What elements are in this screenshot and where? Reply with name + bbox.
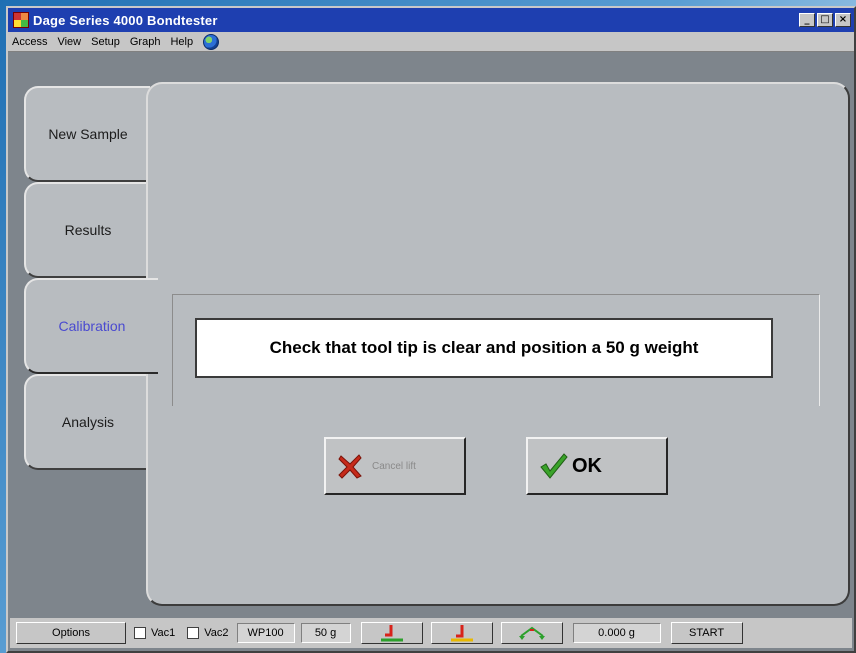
close-button[interactable]: × <box>835 13 851 27</box>
app-window: Dage Series 4000 Bondtester _ □ × Access… <box>6 6 856 653</box>
tab-label: Analysis <box>61 414 115 430</box>
menu-access[interactable]: Access <box>12 36 47 48</box>
status-bar: Options Vac1 Vac2 WP100 50 g 0.000 g STA… <box>10 618 852 648</box>
workholder-field: WP100 <box>236 623 295 643</box>
load-field: 50 g <box>300 623 351 643</box>
menu-bar: Access View Setup Graph Help <box>8 32 854 52</box>
main-area: New Sample Results Calibration Analysis … <box>10 56 852 616</box>
menu-setup[interactable]: Setup <box>91 36 120 48</box>
globe-icon[interactable] <box>203 33 220 50</box>
tab-results[interactable]: Results <box>24 182 150 278</box>
maximize-button[interactable]: □ <box>817 13 833 27</box>
tab-label: Results <box>64 222 112 238</box>
menu-view[interactable]: View <box>57 36 81 48</box>
menu-graph[interactable]: Graph <box>130 36 161 48</box>
ok-label: OK <box>572 454 602 477</box>
check-icon <box>540 453 568 479</box>
tool-down-icon <box>380 625 403 642</box>
app-icon <box>13 12 29 28</box>
tab-calibration[interactable]: Calibration <box>24 278 158 374</box>
calibration-panel: Check that tool tip is clear and positio… <box>146 82 850 606</box>
cancel-label: Cancel lift <box>372 460 416 472</box>
menu-help[interactable]: Help <box>170 36 193 48</box>
tool-up-icon <box>450 625 473 642</box>
window-controls: _ □ × <box>799 13 851 27</box>
vac2-label: Vac2 <box>204 627 229 639</box>
scale-icon <box>518 626 545 640</box>
checkbox-box[interactable] <box>134 627 146 639</box>
tool-up-button[interactable] <box>430 622 493 644</box>
window-title: Dage Series 4000 Bondtester <box>33 12 218 28</box>
tab-new-sample[interactable]: New Sample <box>24 86 150 182</box>
vac1-label: Vac1 <box>151 627 176 639</box>
x-icon <box>338 454 362 479</box>
message-group: Check that tool tip is clear and positio… <box>172 294 820 406</box>
ok-button[interactable]: OK <box>526 437 668 495</box>
instruction-message: Check that tool tip is clear and positio… <box>195 318 773 378</box>
start-button[interactable]: START <box>670 622 743 644</box>
checkbox-box[interactable] <box>187 627 200 639</box>
tab-label: Calibration <box>58 318 126 334</box>
tab-label: New Sample <box>48 126 128 142</box>
scale-button[interactable] <box>500 622 563 644</box>
vac1-checkbox[interactable]: Vac1 <box>134 627 175 639</box>
options-button[interactable]: Options <box>16 622 126 644</box>
title-bar[interactable]: Dage Series 4000 Bondtester _ □ × <box>8 8 854 32</box>
minimize-button[interactable]: _ <box>799 13 815 27</box>
tool-down-button[interactable] <box>360 622 423 644</box>
force-reading: 0.000 g <box>572 623 661 643</box>
vac2-checkbox[interactable]: Vac2 <box>187 627 229 639</box>
cancel-lift-button[interactable]: Cancel lift <box>324 437 466 495</box>
tab-analysis[interactable]: Analysis <box>24 374 150 470</box>
